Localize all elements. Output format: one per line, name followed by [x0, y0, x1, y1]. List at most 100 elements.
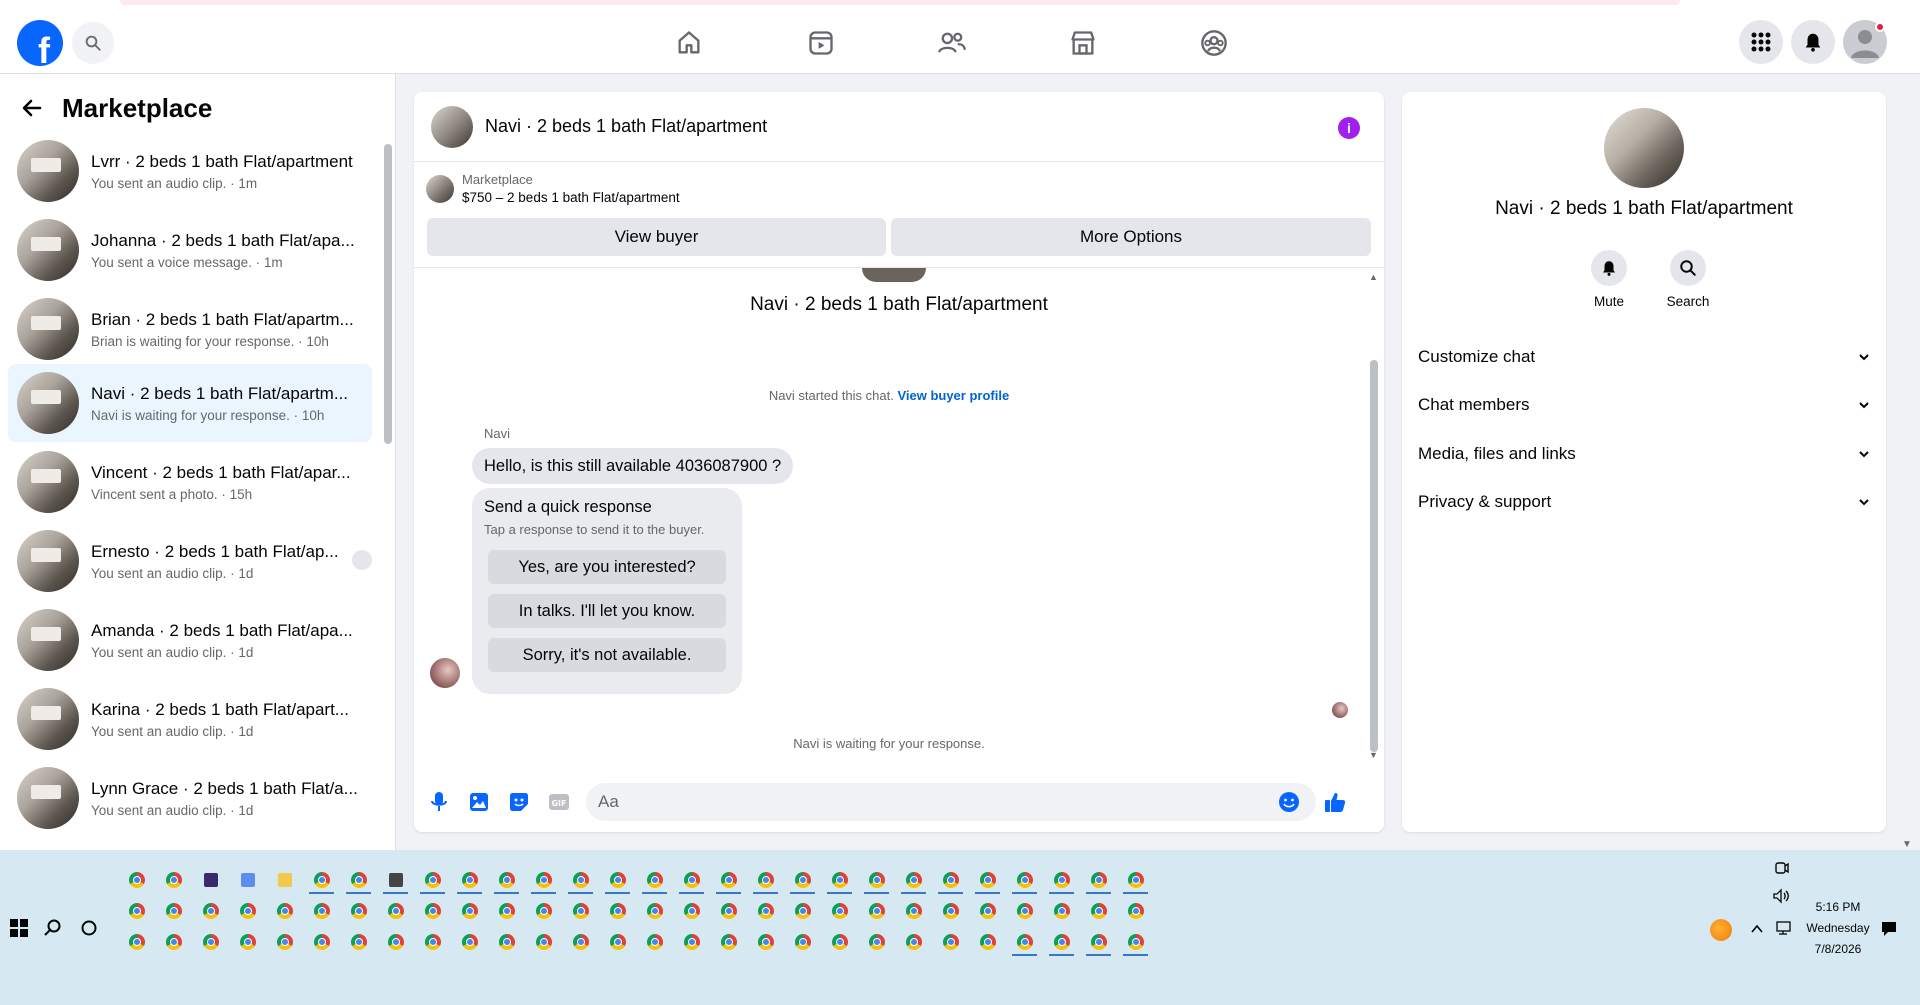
- taskbar-app-button[interactable]: [377, 897, 414, 925]
- nav-video[interactable]: [801, 25, 841, 61]
- conversation-item[interactable]: Vincent · 2 beds 1 bath Flat/apar... Vinc…: [8, 443, 372, 521]
- taskbar-app-button[interactable]: [192, 897, 229, 925]
- nav-home[interactable]: [669, 25, 709, 61]
- taskbar-app-button[interactable]: [562, 928, 599, 956]
- taskbar-app-button[interactable]: [303, 928, 340, 956]
- taskbar-app-button[interactable]: [932, 897, 969, 925]
- taskbar-app-button[interactable]: [118, 897, 155, 925]
- chat-title[interactable]: Navi · 2 beds 1 bath Flat/apartment: [485, 116, 767, 137]
- taskbar-app-button[interactable]: [525, 928, 562, 956]
- search-in-chat-button[interactable]: Search: [1653, 250, 1723, 309]
- taskbar-app-button[interactable]: [599, 866, 636, 894]
- taskbar-app-button[interactable]: [858, 866, 895, 894]
- taskbar-app-button[interactable]: [155, 897, 192, 925]
- like-button[interactable]: [1322, 789, 1348, 815]
- taskbar-app-button[interactable]: [673, 866, 710, 894]
- taskbar-app-button[interactable]: [895, 928, 932, 956]
- notifications-button[interactable]: [1791, 20, 1835, 64]
- meet-now-icon[interactable]: [1774, 860, 1790, 876]
- taskbar-app-button[interactable]: [1043, 928, 1080, 956]
- conversation-item[interactable]: Brian · 2 beds 1 bath Flat/apartm... Bria…: [8, 290, 372, 368]
- section-privacy-support[interactable]: Privacy & support: [1418, 482, 1870, 522]
- emoji-button[interactable]: [1276, 789, 1302, 815]
- conversation-item[interactable]: Ernesto · 2 beds 1 bath Flat/ap... You se…: [8, 522, 372, 600]
- sticker-button[interactable]: [506, 789, 532, 815]
- taskbar-app-button[interactable]: [932, 866, 969, 894]
- taskbar-app-button[interactable]: [858, 897, 895, 925]
- quick-response-button[interactable]: Yes, are you interested?: [488, 550, 726, 584]
- section-customize-chat[interactable]: Customize chat: [1418, 337, 1870, 377]
- taskbar-app-button[interactable]: [636, 897, 673, 925]
- taskbar-app-button[interactable]: [340, 866, 377, 894]
- taskbar-app-button[interactable]: [821, 897, 858, 925]
- nav-marketplace[interactable]: [1063, 25, 1103, 61]
- listing-summary[interactable]: Marketplace $750 – 2 beds 1 bath Flat/ap…: [426, 172, 680, 205]
- taskbar-app-button[interactable]: [488, 928, 525, 956]
- scroll-down-arrow[interactable]: ▼: [1369, 750, 1378, 760]
- taskbar-app-button[interactable]: [1117, 897, 1154, 925]
- taskbar-app-button[interactable]: [1117, 866, 1154, 894]
- more-options-button[interactable]: More Options: [891, 218, 1371, 256]
- taskbar-app-button[interactable]: [969, 897, 1006, 925]
- taskbar-app-button[interactable]: [636, 928, 673, 956]
- facebook-logo[interactable]: f: [17, 20, 63, 66]
- taskbar-app-button[interactable]: [340, 928, 377, 956]
- view-buyer-profile-link[interactable]: View buyer profile: [897, 388, 1009, 403]
- taskbar-app-button[interactable]: [1080, 928, 1117, 956]
- nav-groups[interactable]: [1194, 25, 1234, 61]
- clock-date[interactable]: 7/8/2026: [1808, 942, 1868, 956]
- taskbar-app-button[interactable]: [932, 928, 969, 956]
- taskbar-app-button[interactable]: [895, 866, 932, 894]
- view-buyer-button[interactable]: View buyer: [427, 218, 886, 256]
- taskbar-app-button[interactable]: [673, 897, 710, 925]
- conversation-item[interactable]: Amanda · 2 beds 1 bath Flat/apa... You se…: [8, 601, 372, 679]
- back-arrow-icon[interactable]: [20, 96, 44, 120]
- conversation-item[interactable]: Karina · 2 beds 1 bath Flat/apart... You …: [8, 680, 372, 758]
- taskbar-app-button[interactable]: [340, 897, 377, 925]
- scroll-up-arrow[interactable]: ▲: [1369, 272, 1378, 282]
- taskbar-app-button[interactable]: [821, 866, 858, 894]
- action-center-icon[interactable]: [1880, 920, 1898, 938]
- taskbar-app-button[interactable]: [266, 897, 303, 925]
- taskbar-app-button[interactable]: [414, 866, 451, 894]
- taskbar-app-button[interactable]: [414, 928, 451, 956]
- clock-time[interactable]: 5:16 PM: [1808, 900, 1868, 914]
- taskbar-app-button[interactable]: [229, 928, 266, 956]
- taskbar-app-button[interactable]: [1080, 866, 1117, 894]
- taskbar-app-button[interactable]: [969, 928, 1006, 956]
- taskbar-app-button[interactable]: [451, 866, 488, 894]
- attach-photo-button[interactable]: [466, 789, 492, 815]
- voice-clip-button[interactable]: [426, 789, 452, 815]
- scroll-down-arrow[interactable]: ▼: [1902, 839, 1912, 850]
- taskbar-app-button[interactable]: [895, 897, 932, 925]
- network-icon[interactable]: [1774, 920, 1792, 936]
- conversation-item[interactable]: Lvrr · 2 beds 1 bath Flat/apartment You s…: [8, 132, 372, 210]
- mute-button[interactable]: Mute: [1574, 250, 1644, 309]
- taskbar-app-button[interactable]: [710, 928, 747, 956]
- volume-icon[interactable]: [1772, 888, 1790, 904]
- taskbar-app-button[interactable]: [266, 866, 303, 894]
- taskbar-app-button[interactable]: [192, 866, 229, 894]
- menu-button[interactable]: [1739, 20, 1783, 64]
- taskbar-app-button[interactable]: [1006, 897, 1043, 925]
- taskbar-search-icon[interactable]: [44, 919, 62, 937]
- taskbar-app-button[interactable]: [1080, 897, 1117, 925]
- taskbar-app-button[interactable]: [1006, 928, 1043, 956]
- taskbar-app-button[interactable]: [821, 928, 858, 956]
- profile-button[interactable]: [1843, 20, 1887, 64]
- taskbar-app-button[interactable]: [710, 866, 747, 894]
- taskbar-app-button[interactable]: [488, 897, 525, 925]
- nav-friends[interactable]: [932, 25, 972, 61]
- taskbar-app-button[interactable]: [599, 897, 636, 925]
- message-input[interactable]: [586, 783, 1316, 821]
- info-button[interactable]: i: [1338, 117, 1360, 139]
- taskbar-app-button[interactable]: [562, 866, 599, 894]
- chevron-up-icon[interactable]: [1750, 922, 1764, 936]
- taskbar-app-button[interactable]: [488, 866, 525, 894]
- taskbar-app-button[interactable]: [784, 866, 821, 894]
- taskbar-app-button[interactable]: [229, 866, 266, 894]
- section-chat-members[interactable]: Chat members: [1418, 385, 1870, 425]
- taskbar-app-button[interactable]: [266, 928, 303, 956]
- taskbar-app-button[interactable]: [784, 897, 821, 925]
- taskbar-app-button[interactable]: [1043, 866, 1080, 894]
